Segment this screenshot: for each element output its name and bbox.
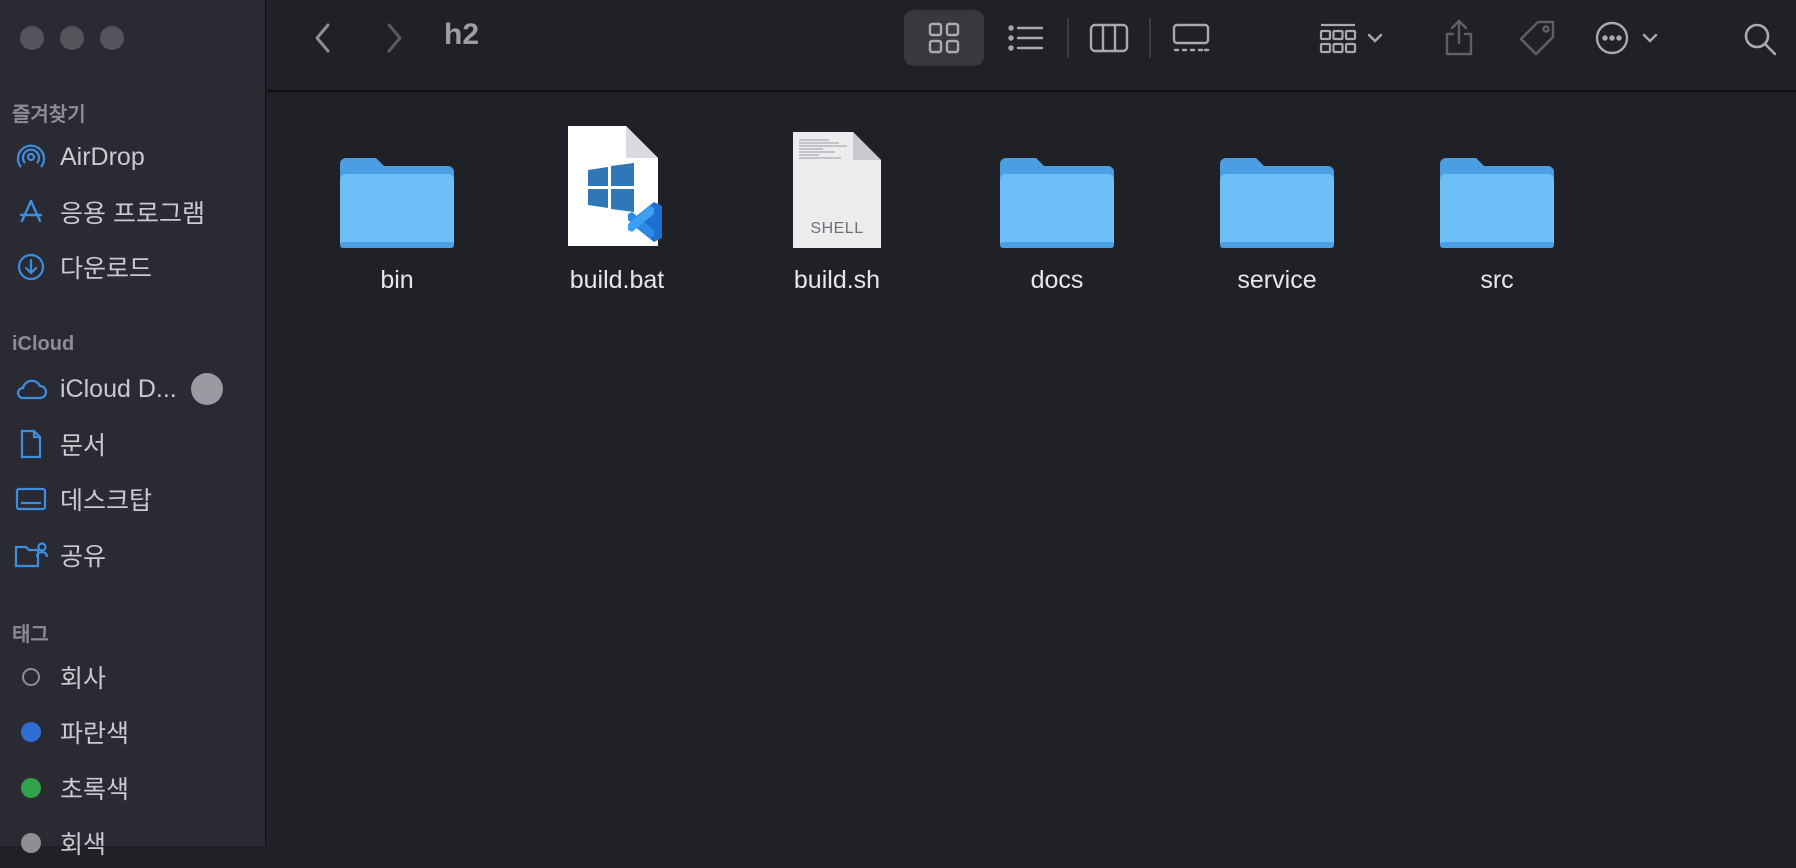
shared-folder-icon [14, 538, 48, 572]
file-item-src[interactable]: src [1397, 112, 1597, 312]
sidebar: 즐겨찾기 AirDrop 응용 프로그램 다운로드 iCloud iCloud … [0, 0, 266, 859]
bat-file-icon [547, 112, 687, 252]
sidebar-item-airdrop[interactable]: AirDrop [0, 132, 266, 182]
file-name: build.sh [793, 266, 881, 294]
icon-view-icon [928, 22, 960, 54]
file-item-build-bat[interactable]: build.bat [517, 112, 717, 312]
back-button[interactable] [303, 18, 343, 58]
shell-badge: SHELL [810, 220, 864, 237]
share-button[interactable] [1424, 10, 1494, 66]
file-name: docs [1030, 266, 1084, 294]
shell-script-icon: SHELL [767, 112, 907, 252]
back-icon [315, 23, 330, 53]
downloads-icon [14, 250, 48, 284]
sidebar-item-desktop[interactable]: 데스크탑 [0, 474, 266, 524]
file-name: src [1480, 266, 1514, 294]
search-icon [1744, 23, 1777, 56]
column-view-button[interactable] [1069, 10, 1149, 66]
forward-button[interactable] [374, 18, 414, 58]
more-actions-icon [1595, 21, 1629, 55]
minimize-window-button[interactable] [60, 26, 84, 50]
toolbar: h2 [267, 0, 1796, 92]
applications-icon [14, 195, 48, 229]
sync-status-indicator [190, 373, 223, 405]
tag-gray-dot-icon [14, 826, 48, 860]
tag-button[interactable] [1502, 10, 1572, 66]
sidebar-item-tag-gray[interactable]: 회색 [0, 818, 266, 868]
sidebar-item-label: 문서 [60, 432, 107, 460]
sidebar-item-shared[interactable]: 공유 [0, 530, 266, 580]
close-window-button[interactable] [20, 26, 44, 50]
document-icon [14, 427, 48, 461]
forward-icon [387, 23, 402, 53]
sidebar-item-label: 회사 [60, 665, 107, 693]
file-item-bin[interactable]: bin [297, 112, 497, 312]
file-item-build-sh[interactable]: SHELL build.sh [737, 112, 937, 312]
group-icon [1319, 23, 1357, 54]
group-button[interactable] [1306, 10, 1396, 66]
window-title: h2 [444, 18, 480, 51]
more-actions-button[interactable] [1581, 10, 1671, 66]
gallery-view-icon [1172, 23, 1210, 52]
tag-blue-dot-icon [14, 715, 48, 749]
icloud-icon [14, 372, 48, 406]
folder-icon [1427, 112, 1567, 252]
sidebar-item-label: iCloud D... [60, 374, 177, 403]
icloud-section-title: iCloud [12, 333, 75, 355]
sidebar-item-applications[interactable]: 응용 프로그램 [0, 187, 266, 237]
tag-green-dot-icon [14, 771, 48, 805]
sidebar-item-label: 다운로드 [60, 255, 153, 283]
folder-icon [987, 112, 1127, 252]
icon-view-button[interactable] [904, 10, 984, 66]
folder-icon [327, 112, 467, 252]
zoom-window-button[interactable] [100, 26, 124, 50]
sidebar-item-downloads[interactable]: 다운로드 [0, 242, 266, 292]
airdrop-icon [14, 140, 48, 174]
tag-icon [1519, 20, 1555, 56]
file-item-service[interactable]: service [1177, 112, 1377, 312]
desktop-icon [14, 482, 48, 516]
sidebar-item-label: 공유 [60, 543, 107, 571]
sidebar-item-label: 초록색 [60, 776, 130, 804]
sidebar-item-tag-blue[interactable]: 파란색 [0, 707, 266, 757]
favorites-section-title: 즐겨찾기 [12, 104, 86, 126]
file-item-docs[interactable]: docs [957, 112, 1157, 312]
file-grid: bin build.bat SHELL build.sh docs servic… [267, 92, 1796, 846]
list-view-button[interactable] [986, 10, 1066, 66]
file-name: build.bat [569, 266, 665, 294]
chevron-down-icon [1642, 33, 1658, 43]
sidebar-item-tag-green[interactable]: 초록색 [0, 763, 266, 813]
chevron-down-icon [1367, 33, 1383, 43]
column-view-icon [1089, 23, 1129, 53]
window-controls [20, 26, 124, 50]
sidebar-item-label: 회색 [60, 831, 107, 859]
sidebar-item-label: 응용 프로그램 [60, 200, 205, 228]
gallery-view-button[interactable] [1151, 10, 1231, 66]
list-view-icon [1008, 25, 1044, 51]
tag-empty-dot-icon [14, 660, 48, 694]
sidebar-item-documents[interactable]: 문서 [0, 419, 266, 469]
file-name: service [1237, 266, 1317, 294]
sidebar-item-label: AirDrop [60, 142, 145, 171]
search-button[interactable] [1735, 14, 1785, 64]
sidebar-item-tag-company[interactable]: 회사 [0, 652, 266, 702]
file-name: bin [380, 266, 414, 294]
sidebar-item-label: 데스크탑 [60, 487, 153, 515]
folder-icon [1207, 112, 1347, 252]
share-icon [1445, 19, 1473, 56]
sidebar-item-label: 파란색 [60, 720, 130, 748]
tags-section-title: 태그 [12, 624, 49, 646]
sidebar-item-icloud-drive[interactable]: iCloud D... [0, 364, 266, 414]
